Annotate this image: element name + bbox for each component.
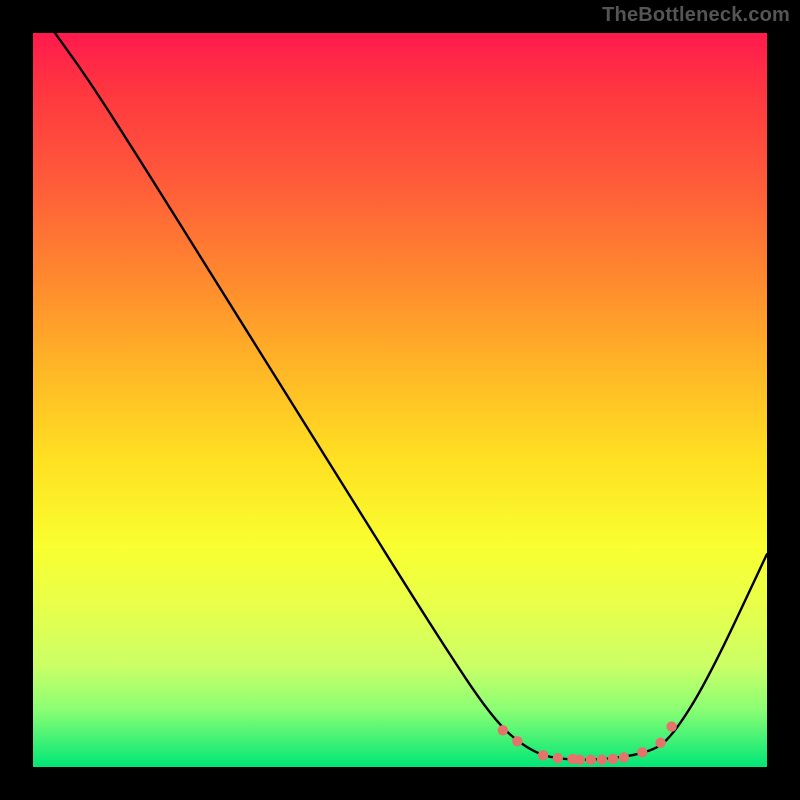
trough-dot [608, 754, 618, 764]
trough-dot [655, 738, 665, 748]
bottleneck-curve [55, 33, 767, 760]
chart-frame: TheBottleneck.com [0, 0, 800, 800]
trough-dot [637, 747, 647, 757]
trough-dot [619, 752, 629, 762]
trough-markers [498, 721, 677, 765]
plot-area [33, 33, 767, 767]
curve-svg [33, 33, 767, 767]
trough-dot [666, 721, 676, 731]
trough-dot [575, 755, 585, 765]
watermark-text: TheBottleneck.com [602, 4, 790, 27]
trough-dot [498, 725, 508, 735]
trough-dot [586, 755, 596, 765]
trough-dot [538, 750, 548, 760]
trough-dot [553, 753, 563, 763]
trough-dot [597, 755, 607, 765]
trough-dot [512, 736, 522, 746]
